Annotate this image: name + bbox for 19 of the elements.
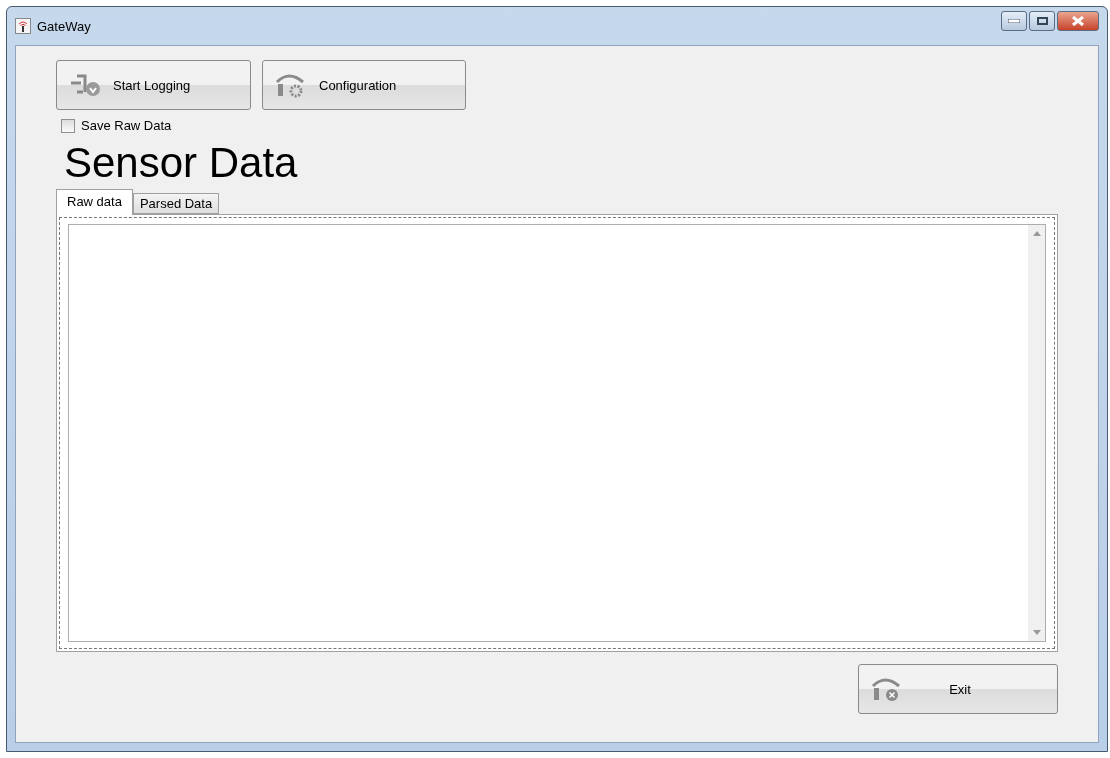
maximize-button[interactable]	[1029, 11, 1055, 31]
scrollbar[interactable]	[1028, 225, 1045, 641]
minimize-icon	[1008, 19, 1020, 23]
close-button[interactable]	[1057, 11, 1099, 31]
scroll-down-icon	[1032, 630, 1041, 635]
configuration-button[interactable]: Configuration	[262, 60, 466, 110]
start-logging-button[interactable]: Start Logging	[56, 60, 251, 110]
section-heading: Sensor Data	[64, 139, 299, 187]
maximize-icon	[1036, 17, 1048, 25]
window-title: GateWay	[37, 18, 92, 34]
exit-button[interactable]: Exit	[858, 664, 1058, 714]
minimize-button[interactable]	[1001, 11, 1027, 31]
tab[interactable]: Raw data	[56, 189, 133, 215]
app-icon	[15, 18, 31, 34]
save-raw-data-checkbox[interactable]: Save Raw Data	[61, 118, 1098, 133]
tab[interactable]: Parsed Data	[132, 193, 220, 214]
plug-icon	[69, 72, 103, 98]
scroll-up-icon	[1032, 231, 1041, 236]
close-icon	[1071, 16, 1085, 26]
